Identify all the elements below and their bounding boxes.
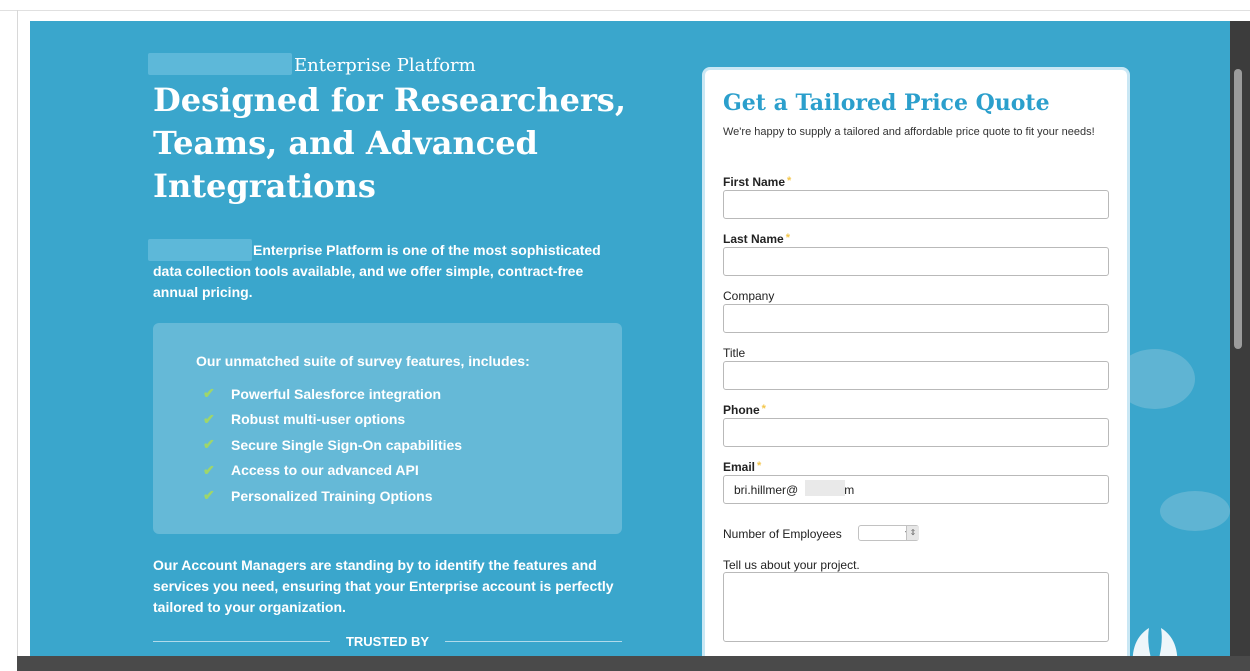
last-name-label: Last Name * [723,232,790,246]
form-title: Get a Tailored Price Quote [723,90,1050,116]
required-star: * [761,403,766,415]
title-input[interactable] [723,361,1109,390]
feature-item-label: Access to our advanced API [231,462,419,479]
window-left-border [17,10,18,671]
feature-item: ✔ Robust multi-user options [203,407,462,433]
company-label: Company [723,289,775,303]
page-viewport: Enterprise Platform Designed for Researc… [30,21,1230,656]
features-heading: Our unmatched suite of survey features, … [196,353,530,369]
form-subtitle: We're happy to supply a tailored and aff… [723,126,1095,138]
first-name-input[interactable] [723,190,1109,219]
phone-input[interactable] [723,418,1109,447]
feature-item: ✔ Personalized Training Options [203,483,462,509]
email-label: Email * [723,460,761,474]
price-quote-form: Get a Tailored Price Quote We're happy t… [702,67,1130,656]
hero-intro: Enterprise Platform is one of the most s… [153,240,623,303]
updown-chevron-icon: ⇕ [906,526,919,540]
browser-frame: Enterprise Platform Designed for Researc… [0,0,1250,671]
angel-wings-illustration [1132,628,1178,656]
hero-kicker: Enterprise Platform [294,55,476,76]
redacted-logo [148,53,292,75]
window-bottom-bar [17,656,1250,671]
employees-label: Number of Employees [723,527,842,541]
trusted-by-label: TRUSTED BY [345,633,430,649]
checkmark-icon: ✔ [203,487,215,504]
checkmark-icon: ✔ [203,410,215,427]
divider-line [445,640,622,642]
hero-intro-text: Enterprise Platform is one of the most s… [153,242,601,300]
title-label: Title [723,346,746,360]
hero-headline: Designed for Researchers, Teams, and Adv… [153,81,626,205]
scrollbar-thumb[interactable] [1234,69,1242,349]
cloud-illustration [1160,491,1230,531]
required-star: * [785,232,790,244]
first-name-label-text: First Name [723,175,786,189]
feature-list: ✔ Powerful Salesforce integration ✔ Robust… [203,381,462,509]
features-panel: Our unmatched suite of survey features, … [153,323,622,534]
checkmark-icon: ✔ [203,385,215,402]
checkmark-icon: ✔ [203,461,215,478]
checkmark-icon: ✔ [203,436,215,453]
divider-line [153,640,330,642]
feature-item: ✔ Powerful Salesforce integration [203,381,462,407]
feature-item: ✔ Access to our advanced API [203,458,462,484]
trusted-by-divider: TRUSTED BY [153,632,622,650]
email-input[interactable] [723,475,1109,504]
required-star: * [757,460,762,472]
phone-label-text: Phone [723,403,760,417]
feature-item-label: Personalized Training Options [231,487,433,504]
required-star: * [787,175,792,187]
last-name-input[interactable] [723,247,1109,276]
company-input[interactable] [723,304,1109,333]
feature-item-label: Powerful Salesforce integration [231,385,442,402]
redacted-email-domain [805,480,845,496]
feature-item-label: Robust multi-user options [231,411,406,428]
account-managers-text: Our Account Managers are standing by to … [153,557,614,615]
feature-item-label: Secure Single Sign-On capabilities [231,436,463,453]
email-label-text: Email [723,460,756,474]
first-name-label: First Name * [723,175,791,189]
page-scrollbar[interactable] [1230,21,1250,656]
project-textarea[interactable] [723,572,1109,642]
window-top-border [0,10,1250,11]
project-label: Tell us about your project. [723,558,860,572]
feature-item: ✔ Secure Single Sign-On capabilities [203,432,462,458]
last-name-label-text: Last Name [723,232,784,246]
phone-label: Phone * [723,403,766,417]
